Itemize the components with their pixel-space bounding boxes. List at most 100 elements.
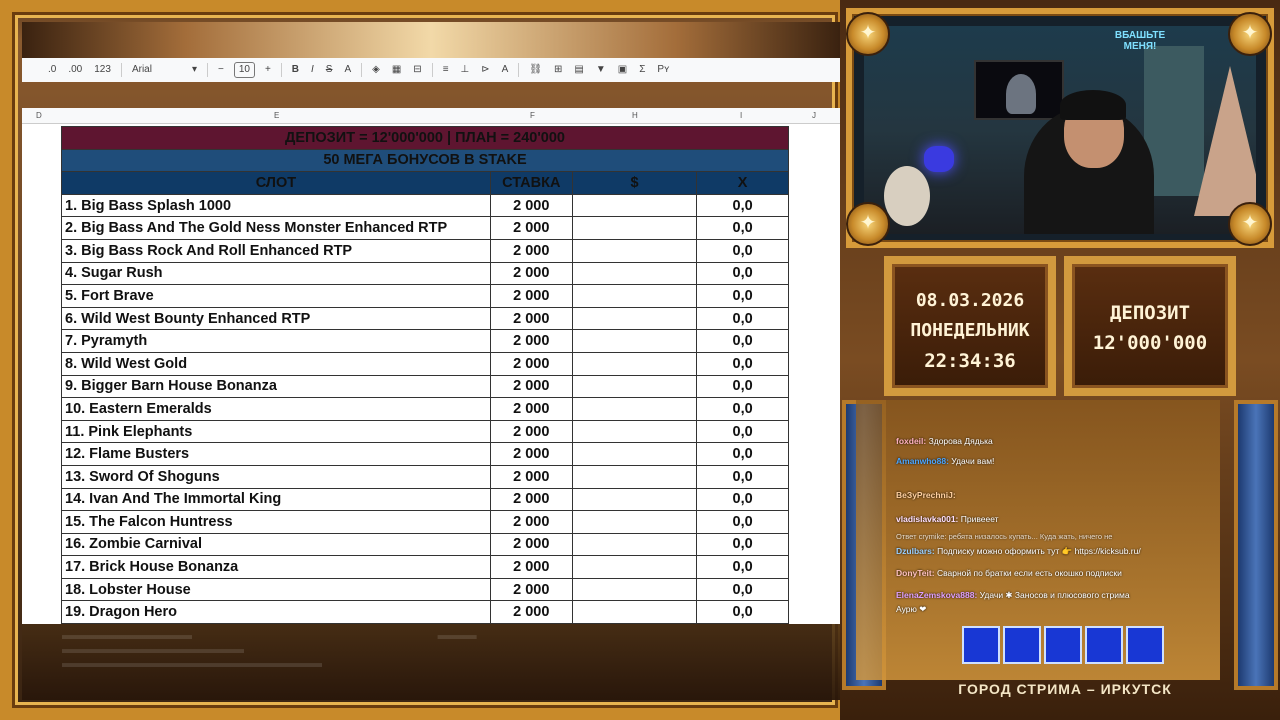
fill-color-icon[interactable]: ◈ [366,58,386,82]
usd-cell[interactable] [571,216,698,240]
column-header-i[interactable]: I [740,111,742,120]
slot-name-cell[interactable]: 11. Pink Elephants [61,419,491,444]
slot-name-cell[interactable]: 2. Big Bass And The Gold Ness Monster En… [61,216,491,240]
usd-cell[interactable] [571,329,698,353]
slot-name-cell[interactable]: 4. Sugar Rush [61,261,491,286]
usd-cell[interactable] [571,510,698,534]
bet-cell[interactable]: 2 000 [489,261,573,286]
multiplier-cell[interactable]: 0,0 [696,351,789,376]
functions-icon[interactable]: Σ [633,58,651,82]
bet-cell[interactable]: 2 000 [489,329,573,353]
bet-cell[interactable]: 2 000 [489,374,573,399]
column-header-f[interactable]: F [530,111,535,120]
usd-cell[interactable] [571,464,698,489]
column-header-d[interactable]: D [36,111,42,120]
slot-name-cell[interactable]: 18. Lobster House [61,577,491,602]
slot-name-cell[interactable]: 16. Zombie Carnival [61,532,491,557]
align-horizontal-icon[interactable]: ≡ [437,58,455,82]
bet-cell[interactable]: 2 000 [489,419,573,444]
slot-name-cell[interactable]: 8. Wild West Gold [61,351,491,376]
bet-cell[interactable]: 2 000 [489,238,573,263]
font-select[interactable]: Arial [126,58,186,82]
slot-name-cell[interactable]: 14. Ivan And The Immortal King [61,487,491,512]
font-size-decrease-button[interactable]: − [212,58,230,82]
header-x[interactable]: X [696,171,789,195]
multiplier-cell[interactable]: 0,0 [696,487,789,512]
number-format-button[interactable]: 123 [88,58,117,82]
usd-cell[interactable] [571,261,698,286]
column-header-j[interactable]: J [812,111,816,120]
slot-name-cell[interactable]: 19. Dragon Hero [61,600,491,625]
filter-views-icon[interactable]: ▣ [612,58,633,82]
slot-name-cell[interactable]: 13. Sword Of Shoguns [61,464,491,489]
decrease-decimal-button[interactable]: .0 [42,58,62,82]
deposit-plan-title[interactable]: ДЕПОЗИТ = 12'000'000 | ПЛАН = 240'000 [61,126,789,150]
input-tools-button[interactable]: Рʏ [651,58,675,82]
bet-cell[interactable]: 2 000 [489,464,573,489]
multiplier-cell[interactable]: 0,0 [696,284,789,308]
usd-cell[interactable] [571,577,698,602]
column-header-h[interactable]: H [632,111,638,120]
multiplier-cell[interactable]: 0,0 [696,419,789,444]
usd-cell[interactable] [571,397,698,421]
bold-button[interactable]: B [286,58,305,82]
comment-icon[interactable]: ⊞ [548,58,568,82]
borders-icon[interactable]: ▦ [386,58,407,82]
bet-cell[interactable]: 2 000 [489,532,573,557]
usd-cell[interactable] [571,555,698,579]
slot-name-cell[interactable]: 5. Fort Brave [61,284,491,308]
usd-cell[interactable] [571,419,698,444]
usd-cell[interactable] [571,487,698,512]
bet-cell[interactable]: 2 000 [489,577,573,602]
usd-cell[interactable] [571,600,698,625]
strikethrough-button[interactable]: S [320,58,339,82]
multiplier-cell[interactable]: 0,0 [696,464,789,489]
slot-name-cell[interactable]: 1. Big Bass Splash 1000 [61,193,491,218]
multiplier-cell[interactable]: 0,0 [696,374,789,399]
header-slot[interactable]: СЛОТ [61,171,491,195]
slot-name-cell[interactable]: 6. Wild West Bounty Enhanced RTP [61,306,491,331]
bet-cell[interactable]: 2 000 [489,284,573,308]
multiplier-cell[interactable]: 0,0 [696,532,789,557]
usd-cell[interactable] [571,532,698,557]
text-rotate-icon[interactable]: A [496,58,515,82]
usd-cell[interactable] [571,442,698,466]
slot-name-cell[interactable]: 7. Pyramyth [61,329,491,353]
header-bet[interactable]: СТАВКА [489,171,573,195]
multiplier-cell[interactable]: 0,0 [696,329,789,353]
multiplier-cell[interactable]: 0,0 [696,193,789,218]
bet-cell[interactable]: 2 000 [489,600,573,625]
link-icon[interactable]: ⛓ [523,58,548,82]
filter-icon[interactable]: ▼ [590,58,612,82]
text-wrap-icon[interactable]: ⊳ [475,58,495,82]
multiplier-cell[interactable]: 0,0 [696,216,789,240]
bet-cell[interactable]: 2 000 [489,555,573,579]
chevron-down-icon[interactable]: ▾ [186,58,203,82]
bet-cell[interactable]: 2 000 [489,397,573,421]
multiplier-cell[interactable]: 0,0 [696,577,789,602]
bet-cell[interactable]: 2 000 [489,193,573,218]
increase-decimal-button[interactable]: .00 [62,58,88,82]
slot-name-cell[interactable]: 15. The Falcon Huntress [61,510,491,534]
header-usd[interactable]: $ [571,171,698,195]
bet-cell[interactable]: 2 000 [489,216,573,240]
column-header-e[interactable]: E [274,111,279,120]
slot-name-cell[interactable]: 3. Big Bass Rock And Roll Enhanced RTP [61,238,491,263]
font-size-increase-button[interactable]: + [259,58,277,82]
slot-name-cell[interactable]: 17. Brick House Bonanza [61,555,491,579]
slot-name-cell[interactable]: 12. Flame Busters [61,442,491,466]
usd-cell[interactable] [571,284,698,308]
multiplier-cell[interactable]: 0,0 [696,397,789,421]
merge-cells-icon[interactable]: ⊟ [407,58,427,82]
bet-cell[interactable]: 2 000 [489,442,573,466]
multiplier-cell[interactable]: 0,0 [696,555,789,579]
multiplier-cell[interactable]: 0,0 [696,306,789,331]
usd-cell[interactable] [571,374,698,399]
bet-cell[interactable]: 2 000 [489,306,573,331]
usd-cell[interactable] [571,351,698,376]
multiplier-cell[interactable]: 0,0 [696,261,789,286]
multiplier-cell[interactable]: 0,0 [696,238,789,263]
align-vertical-icon[interactable]: ⊥ [455,58,476,82]
multiplier-cell[interactable]: 0,0 [696,600,789,625]
bonus-count-title[interactable]: 50 МЕГА БОНУСОВ В STAKE [61,148,789,173]
